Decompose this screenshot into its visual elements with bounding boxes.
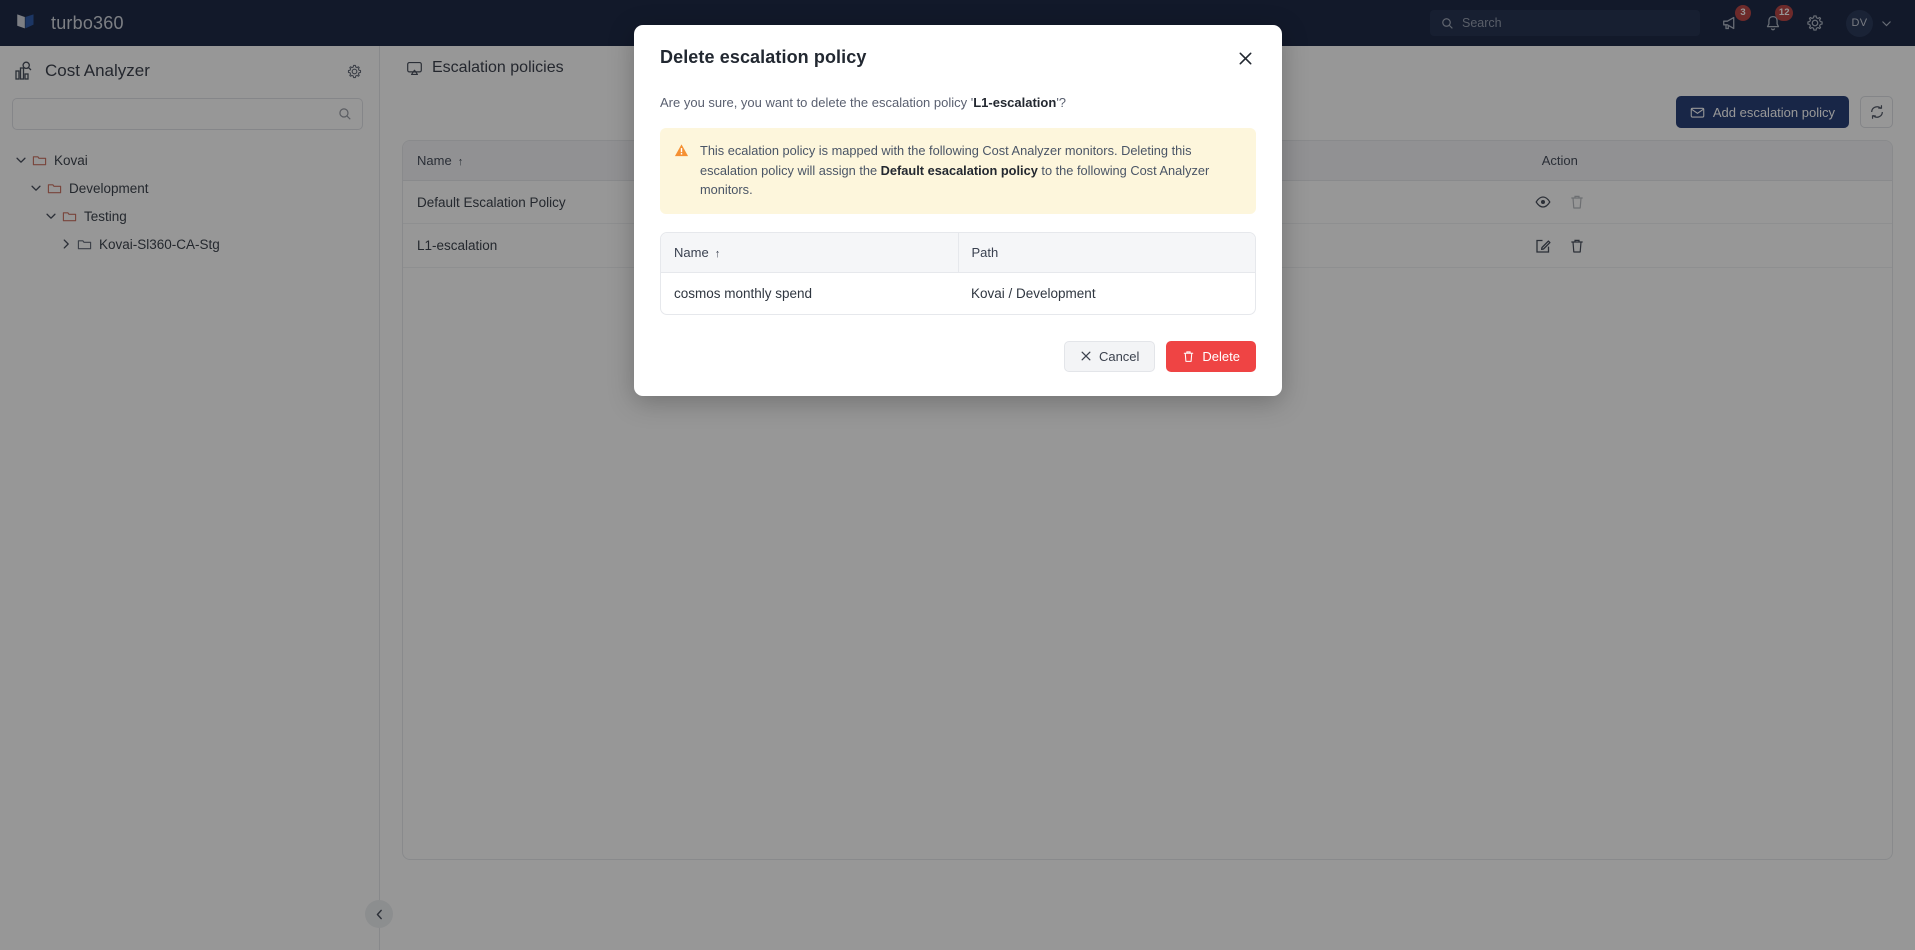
mini-header-row: Name ↑ Path bbox=[661, 232, 1255, 273]
cancel-button[interactable]: Cancel bbox=[1063, 340, 1156, 372]
mini-column-header-name[interactable]: Name ↑ bbox=[661, 232, 958, 273]
warning-bold: Default esacalation policy bbox=[880, 162, 1038, 178]
delete-escalation-policy-dialog: Delete escalation policy Are you sure, y… bbox=[634, 25, 1282, 396]
mapped-monitors-table: Name ↑ Path cosmos monthly spend Kovai / D… bbox=[661, 232, 1255, 314]
sort-ascending-icon: ↑ bbox=[714, 247, 721, 260]
warning-banner: This ecalation policy is mapped with the… bbox=[660, 128, 1256, 214]
cancel-label: Cancel bbox=[1098, 348, 1140, 364]
mini-table-body: cosmos monthly spend Kovai / Development bbox=[661, 272, 1255, 314]
monitor-name-cell: cosmos monthly spend bbox=[674, 285, 813, 301]
delete-button[interactable]: Delete bbox=[1166, 340, 1256, 372]
modal-header: Delete escalation policy bbox=[660, 47, 1256, 69]
mini-column-header-name-label: Name bbox=[674, 244, 709, 260]
close-icon bbox=[1239, 52, 1251, 64]
modal-title: Delete escalation policy bbox=[660, 47, 867, 67]
modal-confirm-text: Are you sure, you want to delete the esc… bbox=[660, 95, 1256, 110]
mapped-monitor-row: cosmos monthly spend Kovai / Development bbox=[661, 272, 1255, 314]
delete-label: Delete bbox=[1202, 348, 1240, 364]
close-button[interactable] bbox=[1234, 47, 1256, 69]
warning-triangle-icon bbox=[674, 144, 689, 157]
modal-actions: Cancel Delete bbox=[660, 340, 1256, 372]
trash-icon bbox=[1184, 350, 1194, 362]
confirm-policy-name: L1-escalation bbox=[973, 95, 1057, 110]
warning-text: This ecalation policy is mapped with the… bbox=[700, 141, 1242, 200]
monitor-path-cell: Kovai / Development bbox=[971, 285, 1096, 301]
close-x-icon bbox=[1081, 351, 1091, 361]
mapped-monitors-panel: Name ↑ Path cosmos monthly spend Kovai / D… bbox=[660, 231, 1256, 315]
app-root: turbo360 3 bbox=[0, 0, 1915, 950]
confirm-prefix: Are you sure, you want to delete the esc… bbox=[660, 95, 974, 110]
mini-column-header-path: Path bbox=[957, 232, 1255, 273]
mini-column-header-path-label: Path bbox=[971, 244, 999, 260]
confirm-suffix: '? bbox=[1056, 95, 1067, 110]
